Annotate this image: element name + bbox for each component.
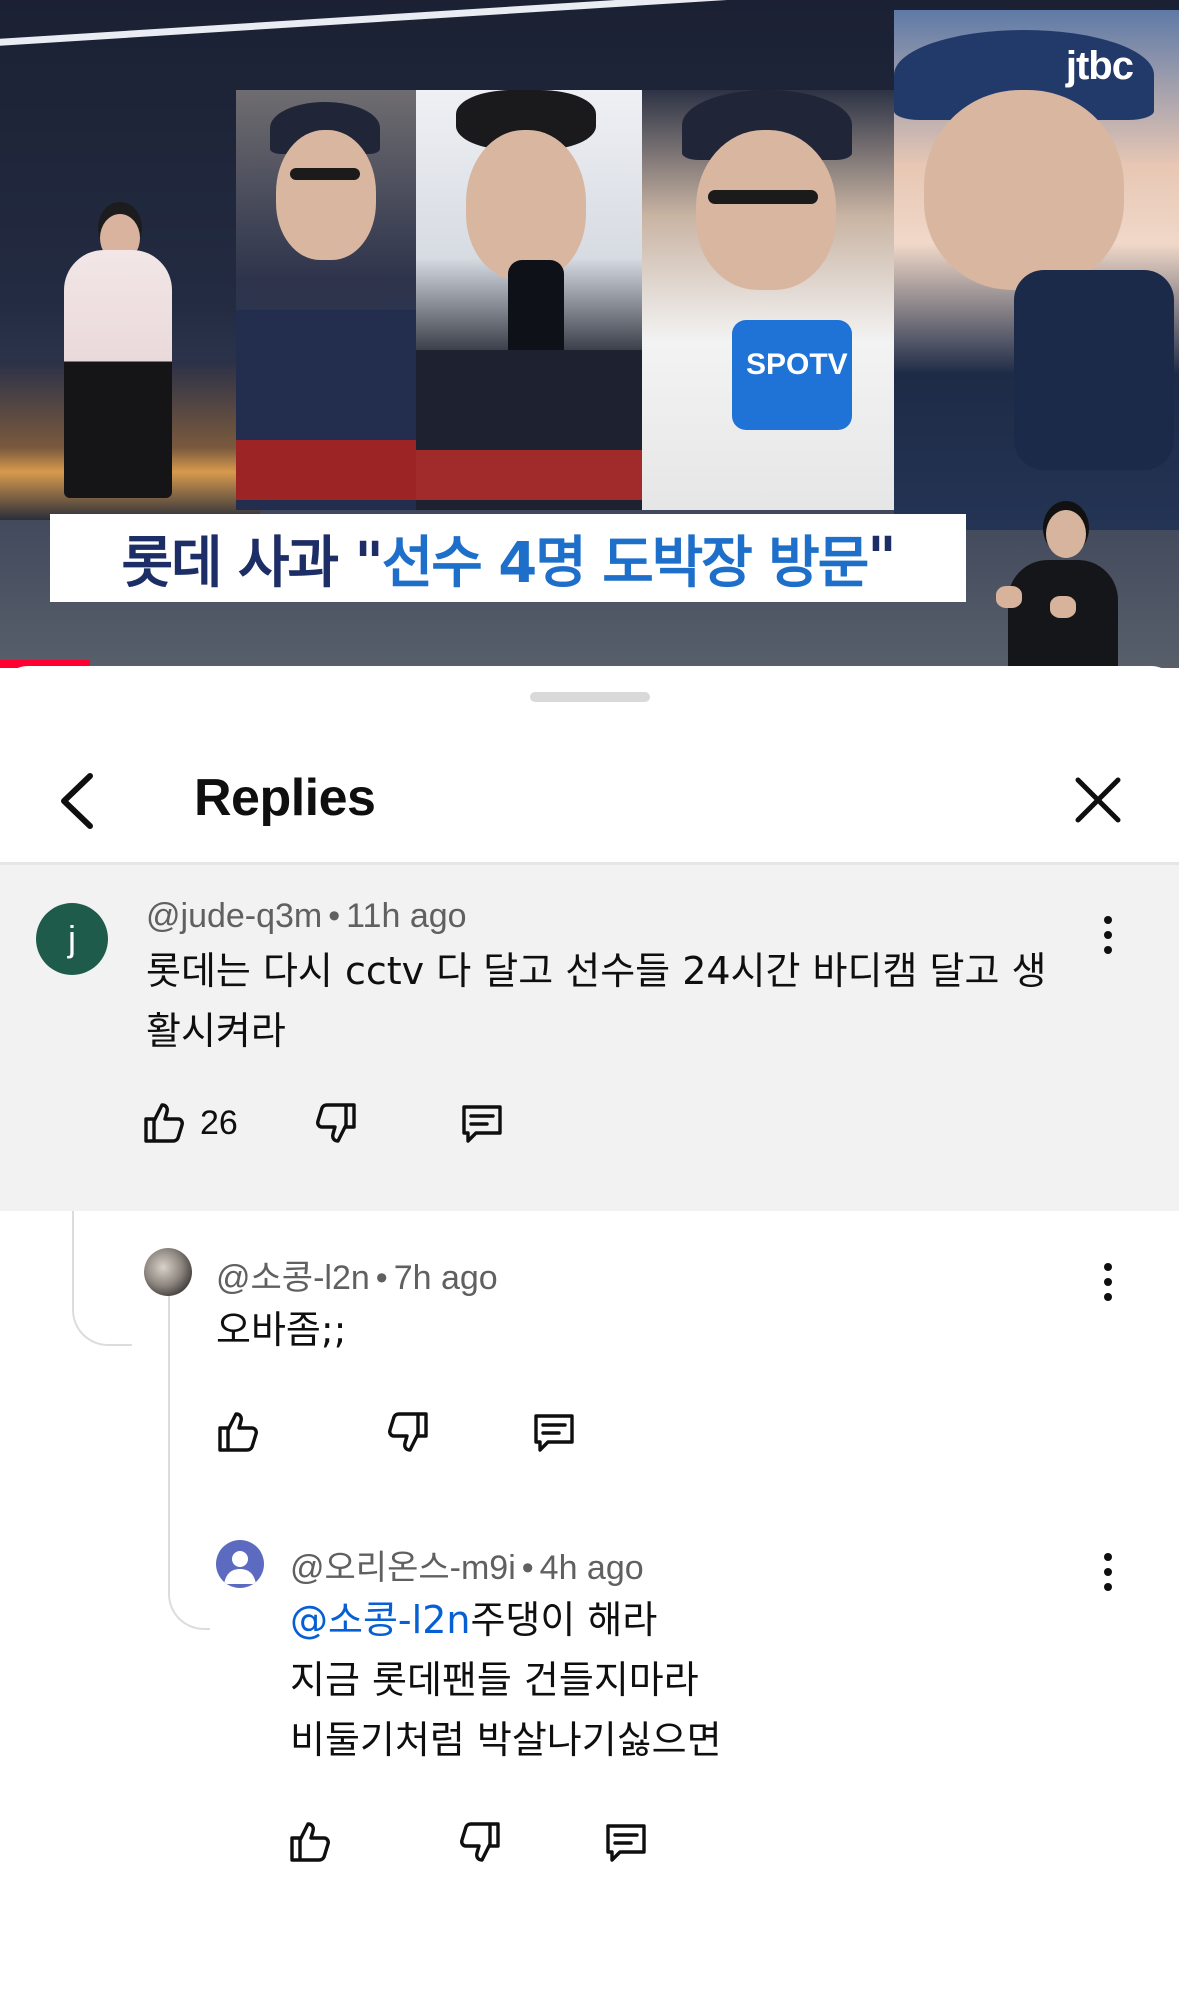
replies-header: Replies xyxy=(0,726,1179,856)
like-count: 26 xyxy=(200,1103,238,1142)
parent-comment: j @jude-q3m • 11h ago 롯데는 다시 cctv 다 달고 선수들… xyxy=(0,865,1179,1211)
chevron-left-icon xyxy=(61,773,93,829)
player-photo-2 xyxy=(416,90,642,510)
player-photo-4 xyxy=(894,10,1179,530)
reply-button[interactable] xyxy=(458,1093,506,1153)
mention-link[interactable]: @소콩-l2n xyxy=(290,1598,470,1642)
default-avatar-icon xyxy=(224,1551,256,1584)
like-button[interactable] xyxy=(286,1812,334,1872)
avatar[interactable] xyxy=(144,1248,192,1296)
thumbs-up-icon xyxy=(290,1822,330,1862)
comment-meta: @소콩-l2n • 7h ago xyxy=(216,1259,498,1297)
thumbs-up-icon xyxy=(144,1103,184,1143)
video-player[interactable]: SPOTV jtbc 롯데 사과 " 선수 4명 도박장 방문 " xyxy=(0,0,1179,668)
avatar[interactable]: j xyxy=(36,903,108,975)
comment-author[interactable]: @jude-q3m xyxy=(146,897,322,935)
comment-time: 7h ago xyxy=(393,1259,498,1297)
comment-actions xyxy=(286,1812,886,1872)
dislike-button[interactable] xyxy=(384,1402,432,1462)
comment-time: 4h ago xyxy=(539,1549,644,1587)
comment-text: @소콩-l2n주댕이 해라 지금 롯데팬들 건들지마라 비둘기처럼 박살나기싫으… xyxy=(290,1598,722,1762)
replies-panel: Replies j @jude-q3m • 11h ago 롯데는 다시 cctv … xyxy=(0,666,1179,1998)
thumbs-down-icon xyxy=(316,1103,356,1143)
more-options-button[interactable] xyxy=(1088,905,1128,965)
like-button[interactable]: 26 xyxy=(140,1093,238,1153)
comment-text: 롯데는 다시 cctv 다 달고 선수들 24시간 바디캠 달고 생 활시켜라 xyxy=(146,949,1047,1053)
reply-button[interactable] xyxy=(530,1402,578,1462)
thumbs-down-icon xyxy=(460,1822,500,1862)
more-options-button[interactable] xyxy=(1088,1252,1128,1312)
like-button[interactable] xyxy=(214,1402,262,1462)
thumbs-up-icon xyxy=(218,1412,258,1452)
comment-author[interactable]: @소콩-l2n xyxy=(216,1259,370,1297)
comment-actions: 26 xyxy=(140,1093,740,1153)
dislike-button[interactable] xyxy=(312,1093,360,1153)
more-options-button[interactable] xyxy=(1088,1542,1128,1602)
drag-handle[interactable] xyxy=(530,692,650,702)
page-title: Replies xyxy=(194,769,376,827)
thumbs-down-icon xyxy=(388,1412,428,1452)
reply-button[interactable] xyxy=(602,1812,650,1872)
reply-icon xyxy=(606,1824,646,1862)
close-icon xyxy=(1075,777,1121,823)
comment-meta: @오리온스-m9i • 4h ago xyxy=(290,1549,644,1587)
comment-time: 11h ago xyxy=(346,897,467,935)
comment-author[interactable]: @오리온스-m9i xyxy=(290,1549,516,1587)
close-button[interactable] xyxy=(1068,770,1128,830)
channel-logo: jtbc xyxy=(1065,44,1134,88)
reply-icon xyxy=(462,1105,502,1143)
player-photo-3: SPOTV xyxy=(642,90,894,510)
comment-text: 오바좀;; xyxy=(216,1308,347,1352)
player-photo-1 xyxy=(236,90,416,510)
thread-line-2 xyxy=(168,1272,210,1630)
dislike-button[interactable] xyxy=(456,1812,504,1872)
comment-meta: @jude-q3m • 11h ago xyxy=(146,897,467,935)
news-caption: 롯데 사과 " 선수 4명 도박장 방문 " xyxy=(50,514,966,602)
avatar[interactable] xyxy=(216,1540,264,1588)
comment-actions xyxy=(214,1402,814,1462)
back-button[interactable] xyxy=(50,766,110,836)
sign-language-interpreter xyxy=(1046,510,1086,558)
reply-icon xyxy=(534,1414,574,1452)
